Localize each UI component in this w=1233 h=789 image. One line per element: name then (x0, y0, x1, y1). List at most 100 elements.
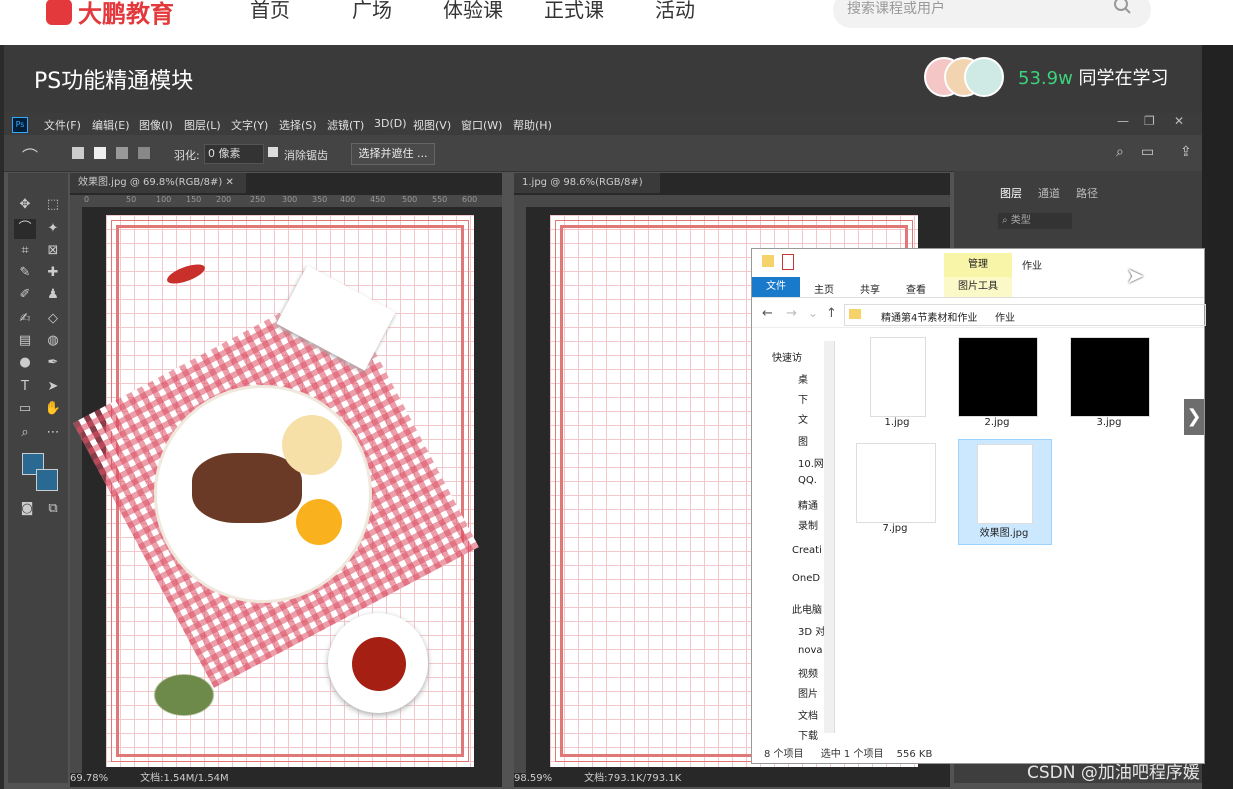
nav-trial[interactable]: 体验课 (443, 0, 503, 23)
workspace-icon[interactable]: ▭ (1141, 144, 1154, 160)
back-arrow-icon[interactable]: ← (762, 306, 773, 321)
tab-layers[interactable]: 图层 (1000, 185, 1022, 201)
pen-tool-icon[interactable]: ✒ (42, 353, 64, 373)
search-icon[interactable]: ⌕ (1116, 144, 1124, 160)
crop-tool-icon[interactable]: ⌗ (14, 241, 36, 261)
sidebar-item-documents-pc[interactable]: 文档 (798, 707, 818, 722)
screen-mode-icon[interactable]: ⧉ (42, 499, 64, 519)
breadcrumb-current[interactable]: 作业 (995, 309, 1015, 324)
menu-select[interactable]: 选择(S) (279, 117, 317, 133)
menu-window[interactable]: 窗口(W) (461, 117, 502, 133)
ribbon-tab-picture-tools[interactable]: 图片工具 (944, 277, 1012, 297)
sidebar-item-this-pc[interactable]: 此电脑 (792, 601, 822, 616)
menu-view[interactable]: 视图(V) (413, 117, 451, 133)
sidebar-item-qq[interactable]: QQ. (798, 475, 817, 486)
sidebar-item-creative-cloud[interactable]: Creati (792, 545, 822, 556)
eraser-tool-icon[interactable]: ◇ (42, 309, 64, 329)
next-arrow-icon[interactable]: ❯ (1184, 399, 1204, 435)
history-brush-icon[interactable]: ✍ (14, 309, 36, 329)
frame-tool-icon[interactable]: ⊠ (42, 241, 64, 261)
intersect-selection-icon[interactable] (138, 147, 150, 159)
type-tool-icon[interactable]: T (14, 377, 36, 397)
layer-filter[interactable]: ⌕ 类型 (998, 213, 1072, 229)
rectangle-tool-icon[interactable]: ▭ (14, 399, 36, 419)
more-tools-icon[interactable]: ⋯ (42, 423, 64, 443)
antialias-checkbox[interactable] (268, 147, 278, 157)
sidebar-item-videos[interactable]: 视频 (798, 665, 818, 680)
ribbon-tab-share[interactable]: 共享 (860, 281, 880, 296)
minimize-icon[interactable]: — (1117, 114, 1129, 128)
tab-paths[interactable]: 路径 (1076, 185, 1098, 201)
tab-manage[interactable]: 管理 (944, 253, 1012, 277)
gradient-tool-icon[interactable]: ▤ (14, 331, 36, 351)
background-color-swatch[interactable] (36, 469, 58, 491)
file-item[interactable]: 7.jpg (856, 443, 940, 534)
eyedropper-icon[interactable]: ✎ (14, 263, 36, 283)
site-logo[interactable]: 大鹏教育 (46, 0, 174, 29)
sidebar-item-nova[interactable]: nova (798, 645, 823, 656)
new-selection-icon[interactable] (72, 147, 84, 159)
nav-home[interactable]: 首页 (250, 0, 290, 23)
sidebar-scrollbar[interactable] (824, 341, 834, 733)
breadcrumb-parent[interactable]: 精通第4节素材和作业 (881, 309, 977, 324)
path-select-icon[interactable]: ➤ (42, 377, 64, 397)
select-mask-button[interactable]: 选择并遮住 ... (351, 143, 435, 165)
sidebar-item-recording[interactable]: 录制 (798, 517, 818, 532)
menu-layer[interactable]: 图层(L) (184, 117, 221, 133)
menu-help[interactable]: 帮助(H) (513, 117, 552, 133)
up-arrow-icon[interactable]: ↑ (826, 306, 837, 321)
nav-activity[interactable]: 活动 (655, 0, 695, 23)
sidebar-item-desktop[interactable]: 桌 (798, 371, 808, 386)
ribbon-tab-file[interactable]: 文件 (752, 277, 800, 297)
search-icon[interactable] (1113, 0, 1133, 20)
nav-plaza[interactable]: 广场 (352, 0, 392, 23)
share-icon[interactable]: ⇪ (1180, 144, 1192, 160)
menu-file[interactable]: 文件(F) (44, 117, 81, 133)
doc-tab[interactable]: 1.jpg @ 98.6%(RGB/8#) ✕ (514, 173, 660, 208)
restore-icon[interactable]: ❐ (1144, 114, 1155, 128)
move-tool-icon[interactable]: ✥ (14, 195, 36, 215)
magic-wand-icon[interactable]: ✦ (42, 219, 64, 239)
lasso-tool-icon[interactable]: ⌒ (14, 219, 36, 239)
ribbon-tab-view[interactable]: 查看 (906, 281, 926, 296)
sidebar-item-folder-10[interactable]: 10.网 (798, 455, 824, 470)
tab-channels[interactable]: 通道 (1038, 185, 1060, 201)
menu-type[interactable]: 文字(Y) (231, 117, 268, 133)
add-selection-icon[interactable] (94, 147, 106, 159)
hand-tool-icon[interactable]: ✋ (42, 399, 64, 419)
file-item[interactable]: 1.jpg (856, 337, 942, 428)
sidebar-item-jingtong[interactable]: 精通 (798, 497, 818, 512)
blur-tool-icon[interactable]: ◍ (42, 331, 64, 351)
dodge-tool-icon[interactable]: ● (14, 353, 36, 373)
menu-edit[interactable]: 编辑(E) (92, 117, 130, 133)
file-item[interactable]: 2.jpg (958, 337, 1042, 428)
search-box[interactable]: 搜索课程或用户 (833, 0, 1151, 28)
subtract-selection-icon[interactable] (116, 147, 128, 159)
close-icon[interactable]: ✕ (1174, 114, 1184, 128)
menu-filter[interactable]: 滤镜(T) (327, 117, 364, 133)
file-item[interactable]: 3.jpg (1070, 337, 1154, 428)
healing-brush-icon[interactable]: ✚ (42, 263, 64, 283)
address-box[interactable]: 精通第4节素材和作业 作业 (844, 304, 1206, 326)
sidebar-item-downloads[interactable]: 下 (798, 391, 808, 406)
feather-input[interactable]: 0 像素 (204, 144, 264, 164)
doc-tab[interactable]: 效果图.jpg @ 69.8%(RGB/8#) ✕ (70, 173, 246, 193)
marquee-tool-icon[interactable]: ⬚ (42, 195, 64, 215)
quick-mask-icon[interactable]: ◙ (16, 499, 38, 519)
sidebar-item-3d-objects[interactable]: 3D 对 (798, 623, 825, 638)
brush-tool-icon[interactable]: ✐ (14, 285, 36, 305)
properties-icon[interactable] (782, 254, 794, 270)
sidebar-item-onedrive[interactable]: OneD (792, 573, 820, 584)
menu-3d[interactable]: 3D(D) (374, 117, 407, 130)
canvas-image-effect[interactable] (73, 215, 479, 767)
sidebar-item-documents[interactable]: 文 (798, 411, 808, 426)
file-item-selected[interactable]: 效果图.jpg (958, 439, 1052, 545)
close-tab-icon[interactable]: ✕ (225, 177, 233, 188)
sidebar-item-quick-access[interactable]: 快速访 (772, 349, 802, 364)
sidebar-item-pictures-pc[interactable]: 图片 (798, 685, 818, 700)
stamp-tool-icon[interactable]: ♟ (42, 285, 64, 305)
ribbon-tab-home[interactable]: 主页 (814, 281, 834, 296)
menu-image[interactable]: 图像(I) (139, 117, 173, 133)
forward-arrow-icon[interactable]: → (786, 306, 797, 321)
zoom-tool-icon[interactable]: ⌕ (14, 423, 36, 443)
